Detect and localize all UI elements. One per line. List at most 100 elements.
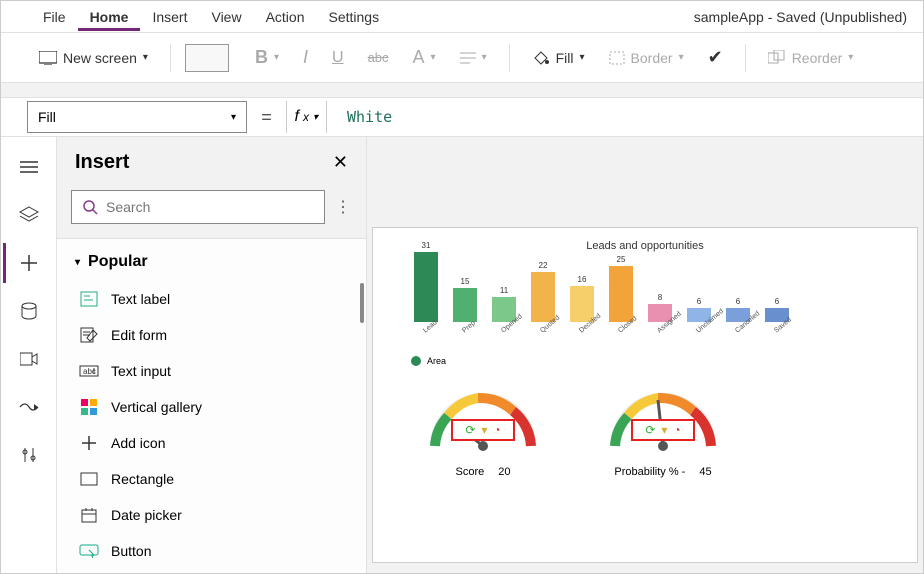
italic-button[interactable]: I [295, 41, 316, 74]
expand-button[interactable]: ✔ [700, 41, 731, 74]
item-label: Text label [111, 291, 170, 307]
item-label: Date picker [111, 507, 182, 523]
edit-form-icon [79, 325, 99, 345]
gauge-controls-highlight: ⟳ ▾ ◔ [451, 419, 515, 441]
app-status: sampleApp - Saved (Unpublished) [694, 9, 915, 25]
border-button[interactable]: Border ▾ [601, 44, 692, 72]
pie-icon[interactable]: ◔ [493, 423, 500, 437]
chevron-down-icon: ▾ [143, 52, 148, 63]
new-screen-button[interactable]: New screen ▾ [31, 44, 156, 72]
panel-title: Insert [75, 151, 129, 174]
align-button[interactable]: ▾ [452, 45, 495, 71]
property-value: Fill [38, 109, 56, 125]
menu-home[interactable]: Home [78, 3, 141, 31]
filter-icon[interactable]: ▾ [481, 423, 487, 437]
filter-icon[interactable]: ▾ [661, 423, 667, 437]
insert-panel: Insert ✕ ⋮ ▾ Popular Text label [57, 137, 367, 573]
menu-file[interactable]: File [31, 3, 78, 31]
pie-icon[interactable]: ◔ [673, 423, 680, 437]
insert-rectangle[interactable]: Rectangle [57, 461, 366, 497]
text-input-icon: abc [79, 361, 99, 381]
scrollbar-thumb[interactable] [360, 283, 364, 323]
category-label: Popular [88, 253, 148, 271]
menu-insert[interactable]: Insert [140, 3, 199, 31]
more-button[interactable]: ⋮ [335, 197, 352, 217]
insert-text-input[interactable]: abc Text input [57, 353, 366, 389]
reorder-icon [768, 50, 786, 66]
font-color-button[interactable]: A▾ [405, 41, 444, 74]
refresh-icon[interactable]: ⟳ [465, 423, 475, 437]
fx-label[interactable]: fx▾ [286, 101, 327, 133]
item-label: Vertical gallery [111, 399, 202, 415]
gauge-label-text: Probability % - [614, 466, 685, 478]
property-selector[interactable]: Fill ▾ [27, 101, 247, 133]
legend-swatch [411, 356, 421, 366]
fill-label: Fill [556, 50, 574, 66]
rail-tools-button[interactable] [5, 435, 53, 475]
rail-flow-button[interactable] [5, 387, 53, 427]
gauge-probability: ⟳ ▾ ◔ Probability % - 45 [603, 386, 723, 478]
reorder-button[interactable]: Reorder ▾ [760, 44, 862, 72]
menubar: File Home Insert View Action Settings sa… [1, 1, 923, 33]
formula-input[interactable] [335, 98, 923, 136]
insert-edit-form[interactable]: Edit form [57, 317, 366, 353]
gauge-score: ⟳ ▾ ◔ Score 20 [423, 386, 543, 478]
menu-view[interactable]: View [199, 3, 253, 31]
color-box[interactable] [185, 44, 229, 72]
rail-data-button[interactable] [5, 291, 53, 331]
item-label: Add icon [111, 435, 165, 451]
formula-bar: Fill ▾ = fx▾ [1, 97, 923, 137]
border-icon [609, 51, 625, 65]
canvas-screen[interactable]: Leads and opportunities 31Lead15Prep11Op… [372, 227, 918, 563]
item-label: Rectangle [111, 471, 174, 487]
gauge-label-text: Score [456, 466, 485, 478]
left-rail [1, 137, 57, 573]
equals-icon: = [255, 107, 278, 128]
search-input[interactable] [106, 199, 314, 215]
text-label-icon [79, 289, 99, 309]
toolbar: New screen ▾ B▾ I U abc A▾ ▾ Fill ▾ Bord… [1, 33, 923, 83]
gauge-value: 20 [498, 466, 510, 478]
strike-button[interactable]: abc [360, 44, 397, 71]
category-popular[interactable]: ▾ Popular [57, 239, 366, 277]
gauge-value: 45 [699, 466, 711, 478]
new-screen-label: New screen [63, 50, 137, 66]
canvas-area[interactable]: Leads and opportunities 31Lead15Prep11Op… [367, 137, 923, 573]
plus-icon [79, 433, 99, 453]
rail-layers-button[interactable] [5, 195, 53, 235]
chevron-down-icon: ▾ [231, 112, 236, 123]
bar-chart: 31Lead15Prep11Opened22Quoted16Decided25C… [393, 260, 897, 340]
insert-button[interactable]: Button [57, 533, 366, 569]
rectangle-icon [79, 469, 99, 489]
item-label: Text input [111, 363, 171, 379]
rail-media-button[interactable] [5, 339, 53, 379]
border-label: Border [631, 50, 673, 66]
align-icon [460, 51, 476, 65]
paint-bucket-icon [532, 49, 550, 67]
fill-button[interactable]: Fill ▾ [524, 43, 593, 73]
underline-button[interactable]: U [324, 43, 352, 73]
close-button[interactable]: ✕ [333, 152, 348, 173]
screen-icon [39, 51, 57, 65]
insert-add-icon[interactable]: Add icon [57, 425, 366, 461]
menu-action[interactable]: Action [254, 3, 317, 31]
item-label: Button [111, 543, 151, 559]
menu-settings[interactable]: Settings [317, 3, 392, 31]
calendar-icon [79, 505, 99, 525]
insert-vertical-gallery[interactable]: Vertical gallery [57, 389, 366, 425]
button-icon [79, 541, 99, 561]
rail-tree-button[interactable] [5, 147, 53, 187]
chart-legend: Area [411, 356, 897, 366]
gauge-controls-highlight: ⟳ ▾ ◔ [631, 419, 695, 441]
gauges-row: ⟳ ▾ ◔ Score 20 [393, 386, 897, 478]
insert-list: Text label Edit form abc Text input Vert… [57, 277, 366, 573]
search-box[interactable] [71, 190, 325, 224]
refresh-icon[interactable]: ⟳ [645, 423, 655, 437]
bold-button[interactable]: B▾ [247, 41, 287, 74]
insert-text-label[interactable]: Text label [57, 281, 366, 317]
insert-date-picker[interactable]: Date picker [57, 497, 366, 533]
item-label: Edit form [111, 327, 167, 343]
gallery-icon [79, 397, 99, 417]
rail-insert-button[interactable] [3, 243, 51, 283]
chart-title: Leads and opportunities [393, 240, 897, 252]
